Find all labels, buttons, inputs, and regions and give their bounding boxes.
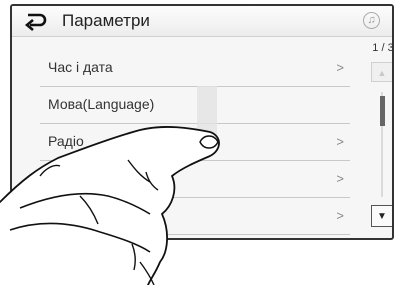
- page-title: Параметри: [62, 11, 150, 30]
- list-item-language[interactable]: Мова(Language): [40, 87, 350, 124]
- list-item-vehicle[interactable]: Автомобіль >: [40, 161, 350, 198]
- music-note-icon[interactable]: ♫: [363, 12, 380, 29]
- list-item-time-date[interactable]: Час і дата >: [40, 50, 350, 87]
- chevron-right-icon: >: [336, 171, 344, 186]
- chevron-right-icon: >: [336, 208, 344, 223]
- settings-list: Час і дата > Мова(Language) Радіо > Авто…: [40, 50, 350, 235]
- back-arrow-icon[interactable]: [22, 11, 48, 31]
- list-item-label: Мова(Language): [48, 96, 155, 112]
- header-bar: Параметри ♫: [12, 6, 392, 37]
- scroll-down-button[interactable]: ▼: [371, 205, 392, 227]
- list-item-hidden[interactable]: >: [40, 198, 350, 235]
- scroll-up-button[interactable]: ▲: [371, 62, 392, 82]
- list-item-label: Час і дата: [48, 59, 113, 75]
- chevron-right-icon: >: [336, 60, 344, 75]
- page-indicator: 1 / 3: [372, 42, 394, 54]
- scrollbar[interactable]: 1 / 3 ▲ ▼: [371, 42, 394, 238]
- scroll-thumb[interactable]: [380, 96, 385, 126]
- list-item-label: Автомобіль: [48, 170, 123, 186]
- settings-screen: Параметри ♫ Час і дата > Мова(Language) …: [10, 4, 394, 240]
- list-item-label: Радіо: [48, 133, 84, 149]
- chevron-right-icon: >: [336, 134, 344, 149]
- list-item-radio[interactable]: Радіо >: [40, 124, 350, 161]
